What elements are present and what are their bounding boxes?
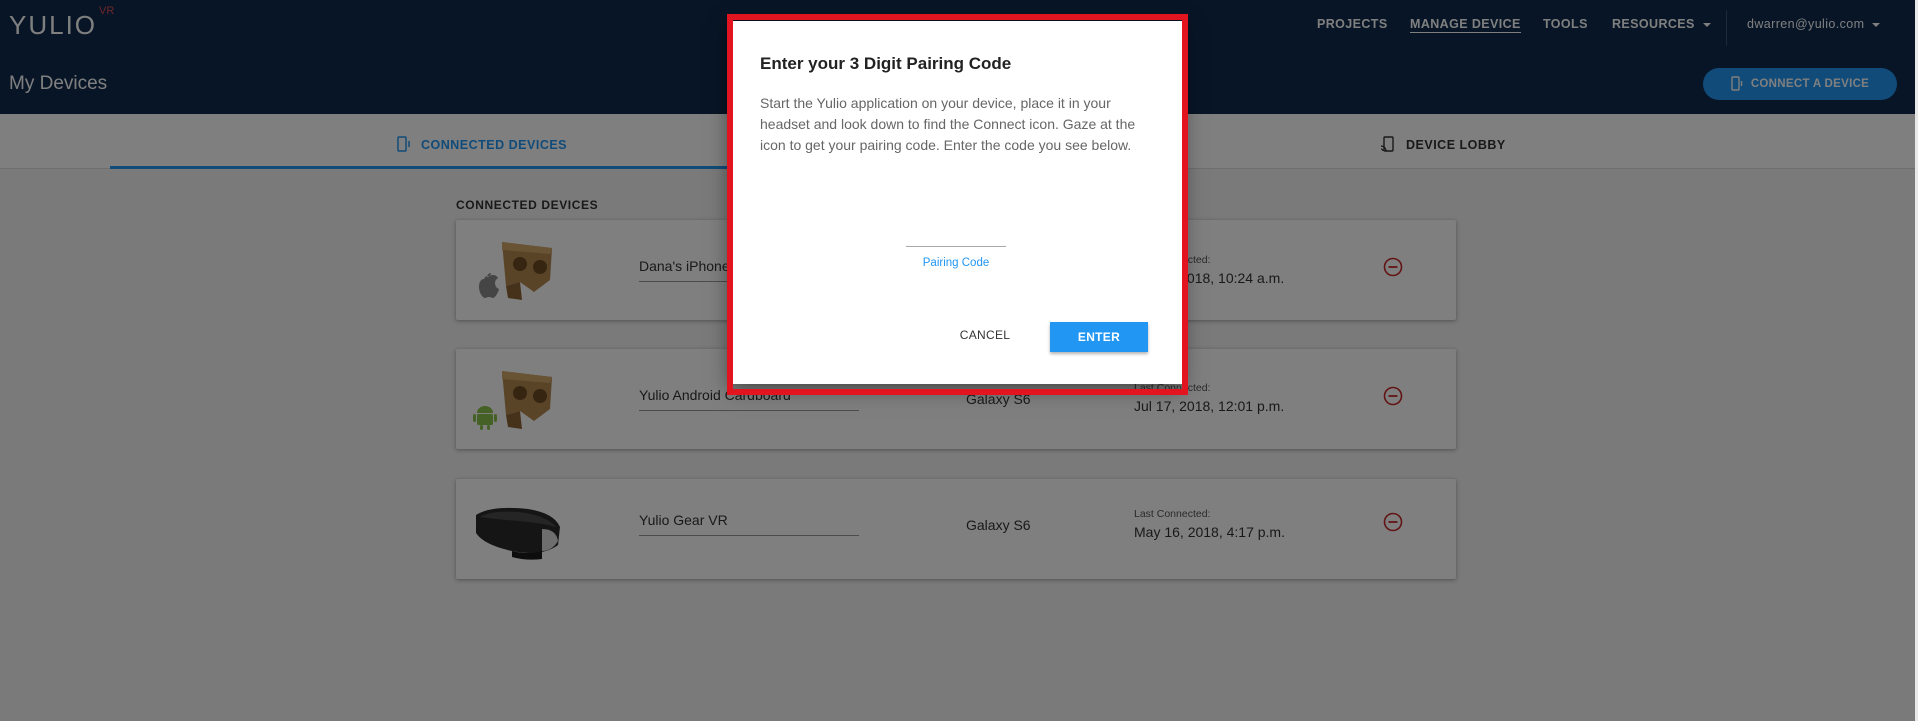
highlight-box — [727, 14, 1188, 395]
